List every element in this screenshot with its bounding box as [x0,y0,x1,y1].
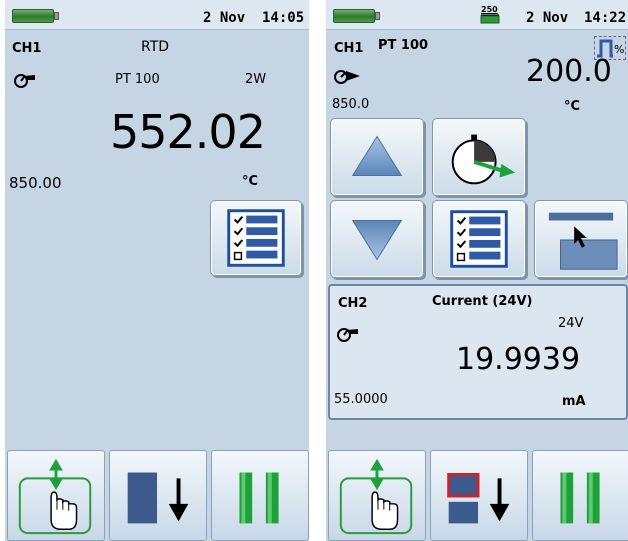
set-value-button[interactable] [534,200,628,278]
stopwatch-ramp-icon [451,134,516,185]
pause-icon [560,472,600,524]
cursor-set-value-icon [548,212,618,270]
ch2-panel[interactable]: CH2 Current (24V) 24V 19.9939 55.0000 mA [328,284,628,420]
pause-icon [239,472,279,524]
status-date: 2 Nov [526,10,569,26]
status-bar: 250 2 Nov 14:22 [326,0,628,30]
right-screen: 250 2 Nov 14:22 CH1 PT 100 % 200.0 850.0… [326,0,628,541]
function-label: RTD [141,39,170,55]
source-arrow-icon [334,70,360,84]
checklist-menu-icon [227,209,285,267]
hold-button[interactable] [430,450,528,541]
battery-icon [12,9,59,23]
ch2-unit: mA [562,394,586,409]
measure-gauge-icon [337,328,358,342]
status-date: 2 Nov [203,10,246,26]
ch2-label: CH2 [338,296,368,311]
bar-down-arrow-icon [447,473,510,524]
ch1-sensor: PT 100 [378,38,429,53]
ch1-label: CH1 [334,41,364,56]
hand-up-down-icon [18,458,92,535]
switch-channel-button[interactable] [328,450,426,541]
main-reading: 552.02 [110,105,266,159]
pause-button[interactable] [532,450,628,541]
unit-label: °C [242,174,259,189]
bar-down-arrow-icon [127,472,189,524]
left-screen: 2 Nov 14:05 CH1 RTD PT 100 2W 552.02 850… [5,0,309,541]
range-value: 850.00 [9,174,62,192]
status-icon-label: 250 [481,5,498,14]
triangle-up-icon [351,135,403,176]
status-bar: 2 Nov 14:05 [5,0,309,30]
step-down-button[interactable] [330,200,424,278]
wire-config: 2W [245,72,267,87]
checklist-menu-icon [450,210,508,268]
ch1-range: 850.0 [332,97,370,112]
hand-up-down-icon [339,458,413,535]
menu-button[interactable] [432,200,526,278]
ch2-supply: 24V [558,316,584,331]
ch1-source-value[interactable]: 200.0 [526,54,612,89]
ch2-range: 55.0000 [334,392,388,407]
pause-button[interactable] [211,450,309,541]
triangle-down-icon [351,220,403,261]
hold-button[interactable] [109,450,207,541]
switch-channel-button[interactable] [7,450,105,541]
softkey-bar [326,450,628,541]
status-time: 14:22 [584,10,627,26]
softkey-bar [5,450,309,541]
ch2-reading: 19.9939 [456,342,581,377]
channel-label: CH1 [12,41,42,56]
status-time: 14:05 [262,10,305,26]
ramp-button[interactable] [432,118,526,196]
measure-gauge-icon [14,74,35,88]
percent-symbol: % [614,43,625,56]
ch1-unit: °C [564,99,581,114]
step-up-button[interactable] [330,118,424,196]
sensor-type: PT 100 [115,72,160,87]
menu-button[interactable] [210,200,302,276]
battery-icon [333,9,380,23]
ch2-function: Current (24V) [432,294,533,309]
